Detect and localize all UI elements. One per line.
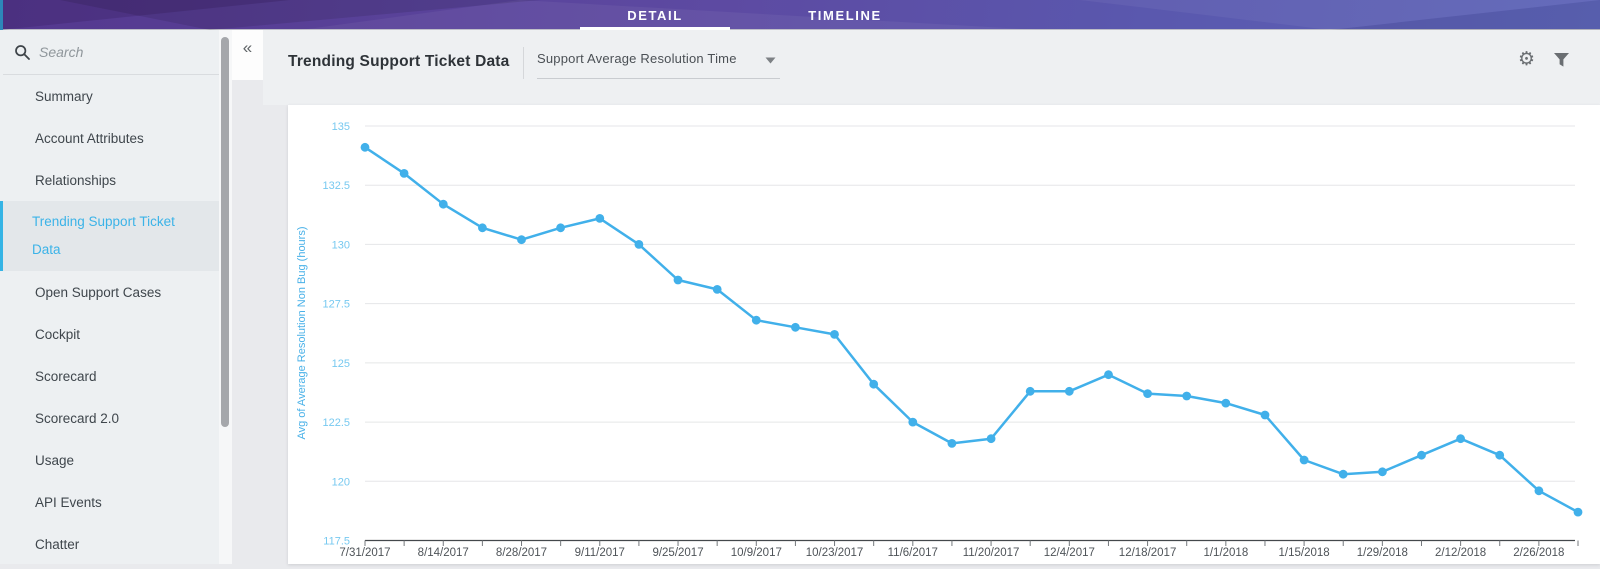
data-point[interactable] xyxy=(1456,434,1465,443)
x-tick-label: 7/31/2017 xyxy=(339,547,390,559)
data-point[interactable] xyxy=(595,214,604,223)
y-tick-label: 122.5 xyxy=(322,417,350,429)
data-point[interactable] xyxy=(752,316,761,325)
data-point[interactable] xyxy=(400,169,409,178)
data-point[interactable] xyxy=(1261,411,1270,420)
data-point[interactable] xyxy=(987,434,996,443)
sidebar-item-chatter[interactable]: Chatter xyxy=(0,523,220,565)
x-tick-label: 10/23/2017 xyxy=(806,547,864,559)
x-tick-label: 1/1/2018 xyxy=(1203,547,1248,559)
y-tick-label: 120 xyxy=(332,476,350,488)
sidebar-nav: SummaryAccount AttributesRelationshipsTr… xyxy=(0,75,220,565)
line-chart: 135 132.5 130 127.5 125 122.5 120 117.5 Avg of A… xyxy=(288,105,1600,564)
metric-dropdown-value: Support Average Resolution Time xyxy=(537,51,737,66)
search-icon xyxy=(14,44,31,61)
data-point[interactable] xyxy=(1104,370,1113,379)
sidebar-scrollbar-track[interactable] xyxy=(219,30,232,564)
data-point[interactable] xyxy=(713,285,722,294)
data-point[interactable] xyxy=(635,240,644,249)
sidebar-search xyxy=(3,30,232,75)
x-tick-label: 9/25/2017 xyxy=(652,547,703,559)
top-tabs: DETAIL TIMELINE xyxy=(580,0,920,30)
x-tick-label: 1/29/2018 xyxy=(1357,547,1408,559)
sidebar-scrollbar-thumb[interactable] xyxy=(221,37,229,427)
x-tick-label: 8/14/2017 xyxy=(418,547,469,559)
x-tick-label: 12/18/2017 xyxy=(1119,547,1177,559)
series-line xyxy=(365,147,1578,512)
data-point[interactable] xyxy=(1143,389,1152,398)
y-tick-label: 117.5 xyxy=(323,536,350,548)
tab-timeline[interactable]: TIMELINE xyxy=(770,0,920,30)
x-tick-label: 11/20/2017 xyxy=(963,547,1020,559)
chevron-down-icon xyxy=(765,57,776,64)
data-point[interactable] xyxy=(1026,387,1035,396)
sidebar-item-relationships[interactable]: Relationships xyxy=(0,159,220,201)
collapse-chevrons-icon: « xyxy=(243,38,252,58)
data-point[interactable] xyxy=(1300,456,1309,465)
x-tick-label: 11/6/2017 xyxy=(888,547,938,559)
data-point[interactable] xyxy=(1417,451,1426,460)
data-point[interactable] xyxy=(830,330,839,339)
chart-card: 135 132.5 130 127.5 125 122.5 120 117.5 Avg of A… xyxy=(288,105,1600,564)
x-tick-label: 10/9/2017 xyxy=(731,547,782,559)
data-point[interactable] xyxy=(361,143,370,152)
x-tick-label: 8/28/2017 xyxy=(496,547,547,559)
x-tick-label: 2/26/2018 xyxy=(1513,547,1564,559)
sidebar-item-scorecard-2-0[interactable]: Scorecard 2.0 xyxy=(0,397,220,439)
y-tick-label: 127.5 xyxy=(322,299,350,311)
data-point[interactable] xyxy=(478,223,487,232)
y-tick-label: 132.5 xyxy=(322,180,350,192)
data-point[interactable] xyxy=(791,323,800,332)
content-header: Trending Support Ticket Data Support Ave… xyxy=(263,30,1600,105)
sidebar-item-api-events[interactable]: API Events xyxy=(0,481,220,523)
data-point[interactable] xyxy=(1495,451,1504,460)
x-tick-label: 2/12/2018 xyxy=(1435,547,1486,559)
tab-detail[interactable]: DETAIL xyxy=(580,0,730,30)
data-point[interactable] xyxy=(1378,467,1387,476)
y-tick-label: 125 xyxy=(332,358,350,370)
data-point[interactable] xyxy=(948,439,957,448)
sidebar-item-scorecard[interactable]: Scorecard xyxy=(0,355,220,397)
data-point[interactable] xyxy=(1535,486,1544,495)
header-divider xyxy=(523,47,524,79)
data-point[interactable] xyxy=(869,380,878,389)
y-tick-label: 130 xyxy=(332,239,350,251)
data-point[interactable] xyxy=(1182,392,1191,401)
sidebar: SummaryAccount AttributesRelationshipsTr… xyxy=(0,30,232,564)
y-tick-label: 135 xyxy=(332,121,350,133)
metric-dropdown[interactable]: Support Average Resolution Time xyxy=(537,50,780,79)
page-title: Trending Support Ticket Data xyxy=(288,53,509,71)
data-point[interactable] xyxy=(674,276,683,285)
dropdown-underline xyxy=(537,78,780,79)
top-nav-bar: DETAIL TIMELINE xyxy=(0,0,1600,30)
x-tick-label: 9/11/2017 xyxy=(575,547,625,559)
sidebar-item-trending-support-ticket-data[interactable]: Trending Support Ticket Data xyxy=(0,201,220,271)
data-point[interactable] xyxy=(1339,470,1348,479)
gear-icon[interactable]: ⚙ xyxy=(1518,50,1535,69)
filter-icon[interactable] xyxy=(1553,52,1570,68)
sidebar-item-usage[interactable]: Usage xyxy=(0,439,220,481)
sidebar-collapse-button[interactable]: « xyxy=(232,30,263,80)
sidebar-item-account-attributes[interactable]: Account Attributes xyxy=(0,117,220,159)
data-point[interactable] xyxy=(1574,508,1583,517)
y-axis-title: Avg of Average Resolution Non Bug (hours… xyxy=(296,226,308,439)
data-point[interactable] xyxy=(1221,399,1230,408)
x-tick-label: 1/15/2018 xyxy=(1279,547,1330,559)
sidebar-item-summary[interactable]: Summary xyxy=(0,75,220,117)
data-point[interactable] xyxy=(1065,387,1074,396)
x-tick-label: 12/4/2017 xyxy=(1044,547,1095,559)
data-point[interactable] xyxy=(908,418,917,427)
sidebar-item-cockpit[interactable]: Cockpit xyxy=(0,313,220,355)
search-input[interactable] xyxy=(39,44,189,60)
data-point[interactable] xyxy=(556,223,565,232)
data-point[interactable] xyxy=(439,200,448,209)
sidebar-item-open-support-cases[interactable]: Open Support Cases xyxy=(0,271,220,313)
data-point[interactable] xyxy=(517,235,526,244)
